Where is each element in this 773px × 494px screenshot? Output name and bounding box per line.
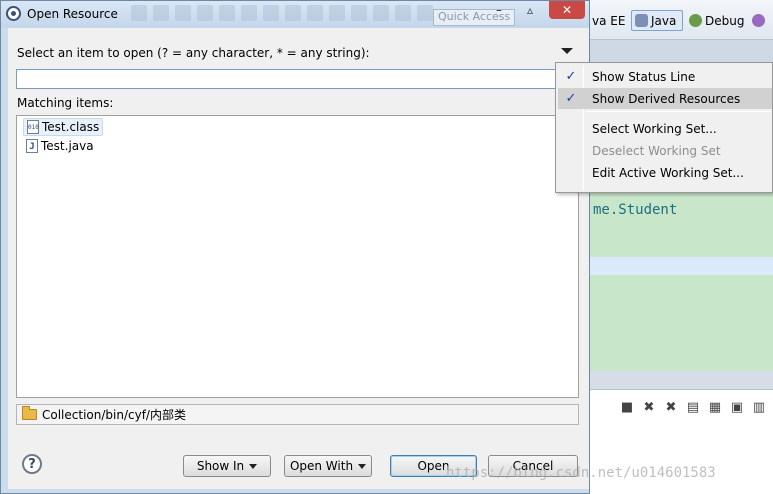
remove-all-icon[interactable]: ✖ <box>662 399 680 415</box>
show-in-label: Show In <box>196 459 245 473</box>
list-item[interactable]: Test.class <box>23 118 104 136</box>
folder-open-icon <box>22 406 37 420</box>
list-item[interactable]: Test.java <box>23 137 97 155</box>
java-file-icon <box>26 139 38 153</box>
open-label: Open <box>417 459 450 473</box>
perspective-icon <box>752 14 765 27</box>
java-perspective-icon <box>635 14 648 27</box>
display-icon[interactable]: ▣ <box>728 399 746 415</box>
dialog-title: Open Resource <box>27 7 118 21</box>
search-input[interactable] <box>16 69 579 89</box>
list-item-label: Test.java <box>41 139 94 153</box>
matching-items-label: Matching items: <box>17 96 114 110</box>
stop-icon[interactable]: ■ <box>618 399 636 415</box>
class-file-icon <box>27 120 39 134</box>
code-editor[interactable] <box>590 193 773 371</box>
menu-item-label: Show Derived Resources <box>592 91 741 106</box>
checkmark-icon: ✓ <box>565 69 577 84</box>
close-button[interactable]: ✕ <box>549 1 585 19</box>
status-line: Collection/bin/cyf/内部类 <box>16 404 579 425</box>
current-line-highlight <box>590 257 773 275</box>
eclipse-icon <box>6 6 21 21</box>
view-menu-chevron-down-icon[interactable] <box>561 48 573 54</box>
bug-icon <box>689 14 702 27</box>
maximize-button[interactable]: ▵ <box>517 1 543 19</box>
status-path: Collection/bin/cyf/内部类 <box>42 408 186 422</box>
dialog-body: Select an item to open (? = any characte… <box>8 28 589 489</box>
watermark: https://blog.csdn.net/u014601583 <box>446 465 716 481</box>
minimize-button[interactable]: – <box>486 1 512 19</box>
close-icon: ✕ <box>561 3 573 17</box>
perspective-java[interactable]: Java <box>631 10 683 31</box>
caret-down-icon <box>358 463 367 469</box>
menu-item-label: Edit Active Working Set... <box>592 165 744 180</box>
menu-item-label: Deselect Working Set <box>592 143 721 158</box>
list-item-label: Test.class <box>42 120 100 134</box>
console-icon[interactable]: ▥ <box>750 399 768 415</box>
help-icon[interactable]: ? <box>22 454 42 474</box>
menu-item-deselect-working-set: Deselect Working Set <box>558 140 772 161</box>
titlebar-ghost-toolbar <box>131 5 481 23</box>
perspective-other[interactable] <box>752 10 765 31</box>
checkmark-icon: ✓ <box>565 91 577 106</box>
menu-item-edit-active-working-set[interactable]: Edit Active Working Set... <box>558 162 772 183</box>
caret-down-icon <box>249 463 258 469</box>
perspective-javaee-label: va EE <box>592 13 626 28</box>
paste-icon[interactable]: ▦ <box>706 399 724 415</box>
menu-item-label: Select Working Set... <box>592 121 717 136</box>
perspective-javaee[interactable]: va EE <box>592 10 625 31</box>
code-text: me.Student <box>593 202 678 218</box>
view-toolbar: ■ ✖ ✖ ▤ ▦ ▣ ▥ ▪ <box>618 399 773 415</box>
search-prompt: Select an item to open (? = any characte… <box>17 46 370 60</box>
remove-icon[interactable]: ✖ <box>640 399 658 415</box>
editor-scrollbar[interactable] <box>590 371 773 389</box>
matching-items-list[interactable]: Test.class Test.java <box>16 115 579 398</box>
show-in-button[interactable]: Show In <box>183 455 271 477</box>
perspective-debug[interactable]: Debug <box>689 10 744 31</box>
perspective-java-label: Java <box>651 13 677 28</box>
open-resource-dialog: Quick Access Open Resource – ▵ ✕ Select … <box>0 0 590 494</box>
open-with-label: Open With <box>289 459 354 473</box>
menu-item-show-derived-resources[interactable]: ✓ Show Derived Resources <box>558 88 772 109</box>
menu-item-select-working-set[interactable]: Select Working Set... <box>558 118 772 139</box>
menu-item-show-status-line[interactable]: ✓ Show Status Line <box>558 66 772 87</box>
title-bar[interactable]: Quick Access Open Resource – ▵ ✕ <box>1 1 589 28</box>
open-with-button[interactable]: Open With <box>284 455 372 477</box>
view-menu-popup: ✓ Show Status Line ✓ Show Derived Resour… <box>555 62 773 193</box>
perspective-debug-label: Debug <box>705 13 745 28</box>
menu-item-label: Show Status Line <box>592 69 696 84</box>
menu-separator <box>586 111 770 112</box>
copy-icon[interactable]: ▤ <box>684 399 702 415</box>
